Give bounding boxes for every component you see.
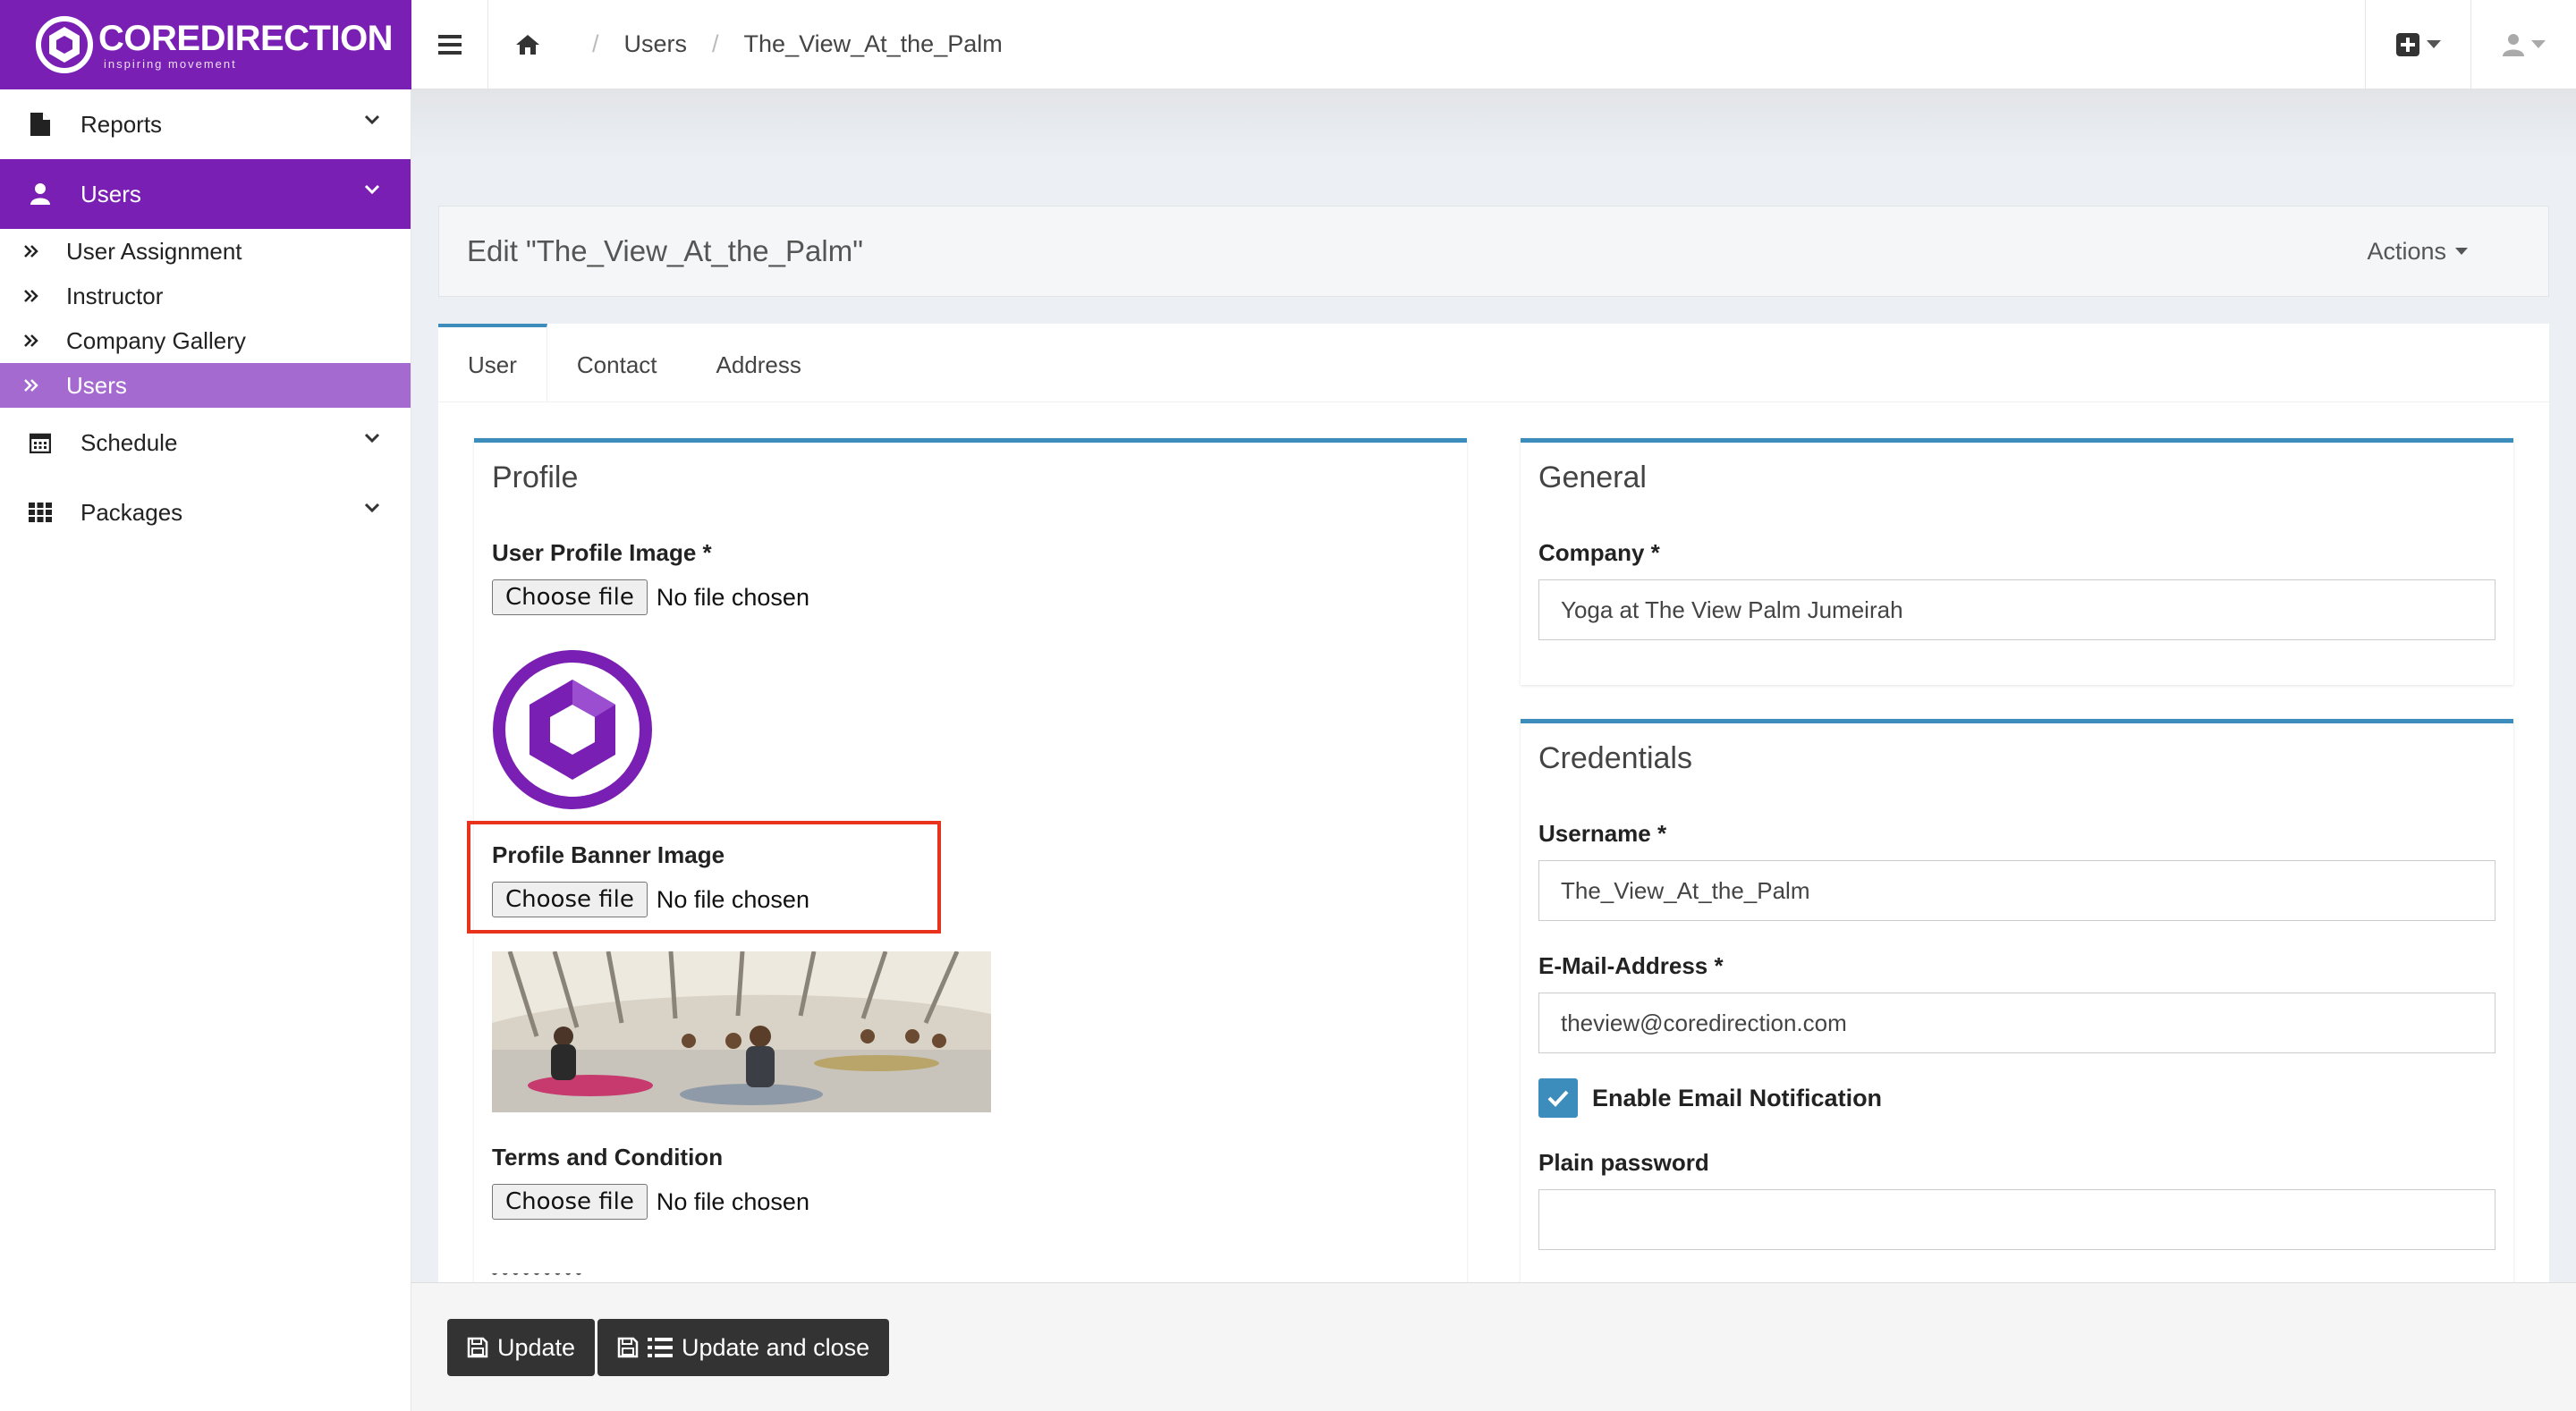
sidebar-subitem-label: User Assignment xyxy=(66,237,242,265)
save-icon xyxy=(617,1337,639,1358)
chevron-down-icon xyxy=(364,184,380,195)
actions-label: Actions xyxy=(2367,237,2446,265)
quick-add-button[interactable] xyxy=(2365,0,2470,89)
breadcrumb-current: The_View_At_the_Palm xyxy=(743,30,1003,57)
company-field[interactable] xyxy=(1538,579,2496,640)
double-chevron-right-icon xyxy=(24,245,38,258)
tab-user[interactable]: User xyxy=(438,324,547,402)
banner-image-input: Choose file No file chosen xyxy=(492,882,809,917)
user-icon xyxy=(30,183,50,205)
brand-tagline: inspiring movement xyxy=(104,56,237,71)
profile-image-preview xyxy=(493,650,652,809)
password-field[interactable] xyxy=(1538,1189,2496,1250)
chevron-down-icon xyxy=(364,114,380,125)
calendar-icon xyxy=(30,433,51,453)
sidebar-item-label: Users xyxy=(80,180,141,207)
terms-input: Choose file No file chosen xyxy=(492,1184,809,1220)
banner-image-status: No file chosen xyxy=(656,885,809,913)
double-chevron-right-icon xyxy=(24,334,38,347)
breadcrumb: / Users / The_View_At_the_Palm xyxy=(488,30,1003,58)
username-field[interactable] xyxy=(1538,860,2496,921)
profile-image-input: Choose file No file chosen xyxy=(492,579,809,615)
update-label: Update xyxy=(497,1333,576,1361)
sidebar-item-schedule[interactable]: Schedule xyxy=(0,408,411,477)
sidebar-item-reports[interactable]: Reports xyxy=(0,89,411,159)
sidebar-item-label: Packages xyxy=(80,498,183,526)
user-menu-button[interactable] xyxy=(2470,0,2576,89)
save-icon xyxy=(467,1337,488,1358)
sidebar-subitem-label: Users xyxy=(66,371,127,399)
sidebar-subitem-user-assignment[interactable]: User Assignment xyxy=(0,229,411,274)
double-chevron-right-icon xyxy=(24,290,38,302)
banner-image-label: Profile Banner Image xyxy=(492,841,725,868)
file-icon xyxy=(30,113,50,136)
email-label: E-Mail-Address * xyxy=(1538,952,1724,979)
credentials-title: Credentials xyxy=(1538,741,1692,775)
general-box: General xyxy=(1521,438,2513,685)
checkmark-icon xyxy=(1547,1090,1569,1107)
email-field[interactable] xyxy=(1538,993,2496,1053)
sidebar-item-label: Schedule xyxy=(80,428,178,456)
plus-square-icon xyxy=(2395,32,2419,56)
banner-image-preview xyxy=(492,951,991,1112)
tab-address[interactable]: Address xyxy=(687,324,831,402)
sidebar-item-users[interactable]: Users xyxy=(0,159,411,229)
sidebar-subitem-company-gallery[interactable]: Company Gallery xyxy=(0,318,411,363)
sidebar: Reports Users User Assignment Instructor… xyxy=(0,89,411,1411)
sidebar-item-label: Reports xyxy=(80,110,163,138)
terms-choose-button[interactable]: Choose file xyxy=(492,1184,648,1220)
list-icon xyxy=(648,1338,673,1357)
breadcrumb-separator: / xyxy=(592,30,599,57)
sidebar-toggle-button[interactable] xyxy=(411,0,488,89)
brand-name: COREDIRECTION xyxy=(98,18,394,58)
grid-icon xyxy=(29,503,52,522)
next-field-peek xyxy=(492,1273,599,1282)
sidebar-subitem-label: Company Gallery xyxy=(66,326,246,354)
update-and-close-label: Update and close xyxy=(682,1333,870,1361)
page-title: Edit "The_View_At_the_Palm" xyxy=(467,234,863,267)
caret-down-icon xyxy=(2455,248,2468,255)
sidebar-subitem-label: Instructor xyxy=(66,282,164,309)
profile-image-choose-button[interactable]: Choose file xyxy=(492,579,648,615)
username-label: Username * xyxy=(1538,820,1667,847)
sidebar-subitem-users[interactable]: Users xyxy=(0,363,411,408)
actions-dropdown[interactable]: Actions xyxy=(2367,238,2468,266)
top-navbar: / Users / The_View_At_the_Palm xyxy=(411,0,2576,89)
general-title: General xyxy=(1538,460,1647,494)
caret-down-icon xyxy=(2426,40,2441,48)
terms-label: Terms and Condition xyxy=(492,1144,724,1170)
update-and-close-button[interactable]: Update and close xyxy=(597,1319,890,1376)
profile-image-label: User Profile Image * xyxy=(492,539,712,566)
breadcrumb-separator: / xyxy=(712,30,719,57)
caret-down-icon xyxy=(2530,40,2546,48)
hamburger-icon xyxy=(437,34,462,55)
sidebar-item-packages[interactable]: Packages xyxy=(0,477,411,547)
home-icon xyxy=(516,34,539,55)
update-button[interactable]: Update xyxy=(447,1319,596,1376)
profile-image-status: No file chosen xyxy=(656,583,809,611)
sidebar-subitem-instructor[interactable]: Instructor xyxy=(0,274,411,318)
user-icon xyxy=(2502,33,2524,56)
chevron-down-icon xyxy=(364,503,380,513)
double-chevron-right-icon xyxy=(24,379,38,392)
breadcrumb-users[interactable]: Users xyxy=(624,30,688,58)
email-notification-checkbox[interactable] xyxy=(1538,1078,1578,1118)
form-footer: Update Update and close xyxy=(411,1282,2576,1411)
chevron-down-icon xyxy=(364,433,380,444)
company-label: Company * xyxy=(1538,539,1660,566)
home-link[interactable] xyxy=(488,34,567,55)
tab-contact[interactable]: Contact xyxy=(547,324,687,402)
banner-image-choose-button[interactable]: Choose file xyxy=(492,882,648,917)
tab-bar: User Contact Address xyxy=(438,324,2549,402)
terms-status: No file chosen xyxy=(656,1187,809,1215)
logo-icon xyxy=(36,16,93,73)
password-label: Plain password xyxy=(1538,1149,1709,1176)
page-header: Edit "The_View_At_the_Palm" Actions xyxy=(438,206,2549,297)
profile-title: Profile xyxy=(492,460,579,494)
email-notification-label: Enable Email Notification xyxy=(1592,1085,1883,1111)
brand-logo[interactable]: COREDIRECTION inspiring movement xyxy=(0,0,411,89)
